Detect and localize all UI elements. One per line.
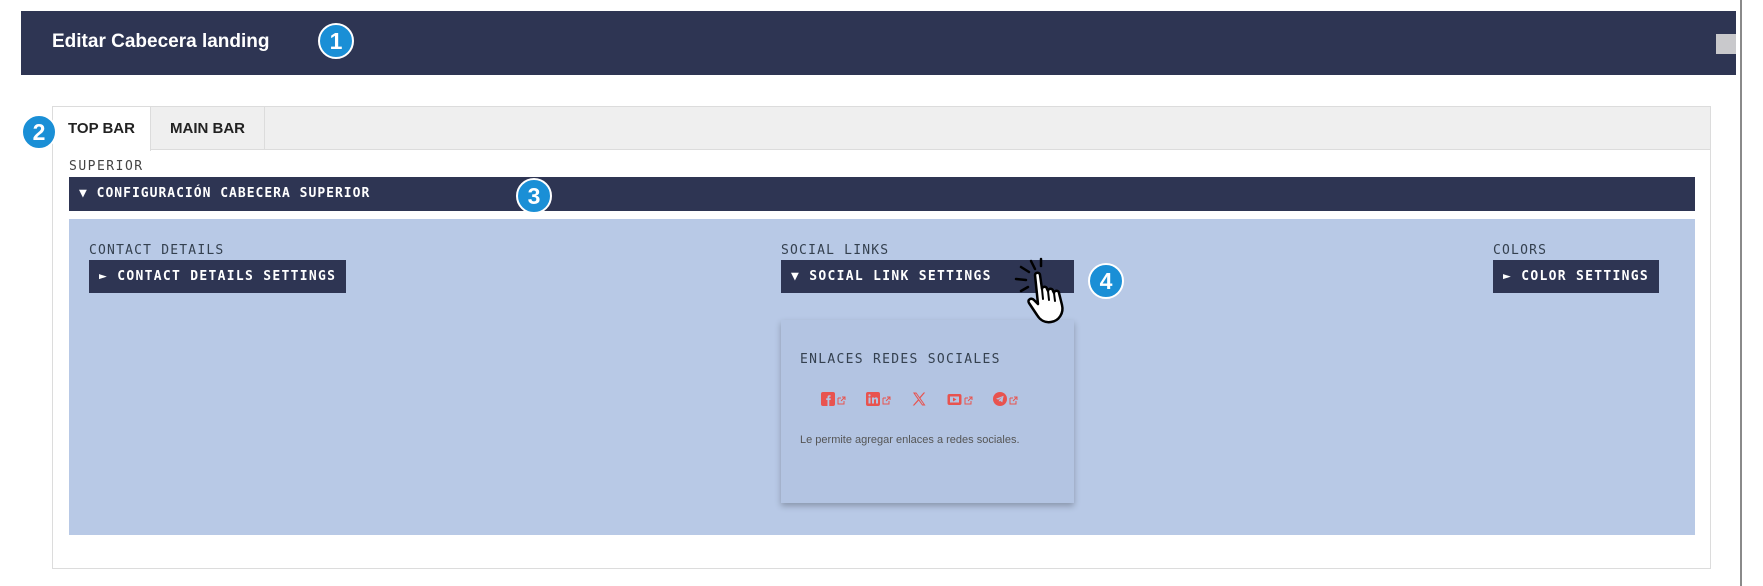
x-icon[interactable]	[911, 391, 927, 407]
section-label: SUPERIOR	[69, 159, 144, 174]
editor-panel: TOP BAR MAIN BAR SUPERIOR ▼ CONFIGURACIÓ…	[52, 106, 1711, 569]
linkedin-icon[interactable]	[866, 392, 891, 406]
annotation-badge-4: 4	[1088, 263, 1124, 299]
social-links-popup: ENLACES REDES SOCIALES Le permite agrega…	[781, 320, 1074, 503]
contact-details-label: CONTACT DETAILS	[89, 243, 225, 258]
annotation-badge-2: 2	[21, 114, 57, 150]
social-links-label: SOCIAL LINKS	[781, 243, 890, 258]
modal-header: Editar Cabecera landing	[21, 11, 1736, 75]
modal-title: Editar Cabecera landing	[52, 31, 270, 52]
config-content: CONTACT DETAILS ► CONTACT DETAILS SETTIN…	[69, 219, 1695, 535]
annotation-badge-3: 3	[516, 178, 552, 214]
popup-description: Le permite agregar enlaces a redes socia…	[800, 434, 1020, 446]
color-settings-button[interactable]: ► COLOR SETTINGS	[1493, 260, 1660, 293]
window-edge	[1740, 0, 1742, 586]
tab-bar: TOP BAR MAIN BAR	[53, 107, 1710, 151]
telegram-icon[interactable]	[993, 392, 1018, 406]
tab-main-bar[interactable]: MAIN BAR	[151, 107, 265, 150]
config-header-toggle[interactable]: ▼ CONFIGURACIÓN CABECERA SUPERIOR	[69, 177, 1695, 211]
facebook-icon[interactable]	[821, 392, 846, 406]
contact-details-settings-button[interactable]: ► CONTACT DETAILS SETTINGS	[89, 260, 347, 293]
tab-top-bar[interactable]: TOP BAR	[53, 107, 151, 151]
youtube-icon[interactable]	[947, 393, 973, 406]
maximize-button[interactable]	[1716, 34, 1736, 54]
annotation-badge-1: 1	[318, 23, 354, 59]
popup-title: ENLACES REDES SOCIALES	[800, 352, 1001, 367]
colors-label: COLORS	[1493, 243, 1548, 258]
social-icons-row	[821, 388, 1018, 410]
pointer-hand-icon	[1014, 257, 1064, 324]
